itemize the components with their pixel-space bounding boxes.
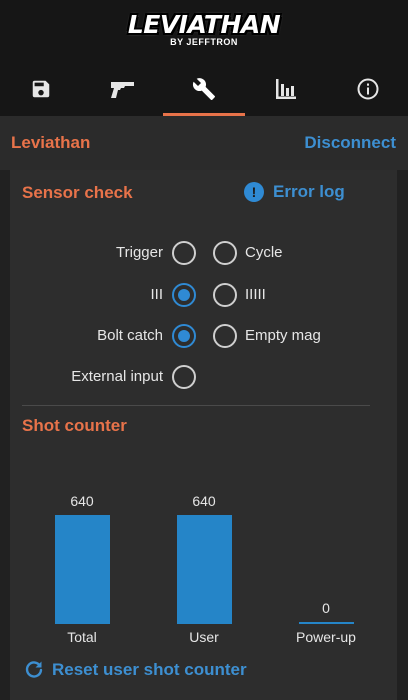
- sensor-radio-iiiii: [213, 283, 237, 307]
- tab-info[interactable]: [327, 62, 408, 116]
- reset-user-shot-counter-button[interactable]: Reset user shot counter: [24, 659, 247, 681]
- device-name: Leviathan: [11, 133, 91, 152]
- chart-value-label: 640: [192, 493, 216, 509]
- sensor-check-title: Sensor check: [22, 183, 133, 202]
- bar-chart-icon: [275, 79, 296, 99]
- sensor-label-iii: III: [150, 286, 163, 303]
- sensor-radio-trigger: [172, 241, 196, 265]
- section-divider: [22, 405, 370, 406]
- refresh-icon: [25, 661, 43, 678]
- sensor-label-cycle: Cycle: [245, 244, 283, 261]
- tab-gun[interactable]: [82, 62, 163, 116]
- tab-stats[interactable]: [245, 62, 326, 116]
- info-icon: [357, 78, 378, 100]
- logo-sub-text: BY JEFFTRON: [170, 37, 238, 47]
- gun-icon: [110, 82, 134, 98]
- chart-bar: [298, 622, 354, 624]
- error-log-button[interactable]: ! Error log: [244, 181, 345, 203]
- sensor-label-external-input: External input: [71, 368, 163, 385]
- chart-value-label: 0: [322, 600, 330, 616]
- save-icon: [32, 80, 49, 98]
- disconnect-button[interactable]: Disconnect: [304, 133, 396, 153]
- error-log-label: Error log: [273, 182, 345, 201]
- wrench-icon: [192, 78, 215, 100]
- sensor-radio-iii: [172, 283, 196, 307]
- sensor-radio-cycle: [213, 241, 237, 265]
- chart-category-label: Power-up: [296, 629, 356, 645]
- tab-save[interactable]: [0, 62, 81, 116]
- tab-bar: [0, 62, 408, 116]
- shot-counter-title: Shot counter: [22, 416, 127, 435]
- sensor-label-bolt-catch: Bolt catch: [97, 327, 163, 344]
- chart-value-label: 640: [70, 493, 94, 509]
- alert-icon: !: [244, 182, 264, 202]
- chart-category-label: Total: [67, 629, 97, 645]
- reset-label: Reset user shot counter: [52, 660, 247, 679]
- sensor-label-trigger: Trigger: [116, 244, 163, 261]
- sensor-radio-empty-mag: [213, 324, 237, 348]
- app-logo: LEVIATHAN BY JEFFTRON: [0, 10, 408, 54]
- chart-category-label: User: [189, 629, 219, 645]
- sensor-label-empty-mag: Empty mag: [245, 327, 321, 344]
- chart-bar: [54, 515, 110, 624]
- sensor-label-iiiii: IIIII: [245, 286, 266, 303]
- chart-bar: [176, 515, 232, 624]
- logo-main-text: LEVIATHAN: [127, 10, 281, 39]
- tab-tools[interactable]: [163, 62, 244, 116]
- sensor-radio-bolt-catch: [172, 324, 196, 348]
- app-header: LEVIATHAN BY JEFFTRON: [0, 0, 408, 116]
- sensor-radio-external-input: [172, 365, 196, 389]
